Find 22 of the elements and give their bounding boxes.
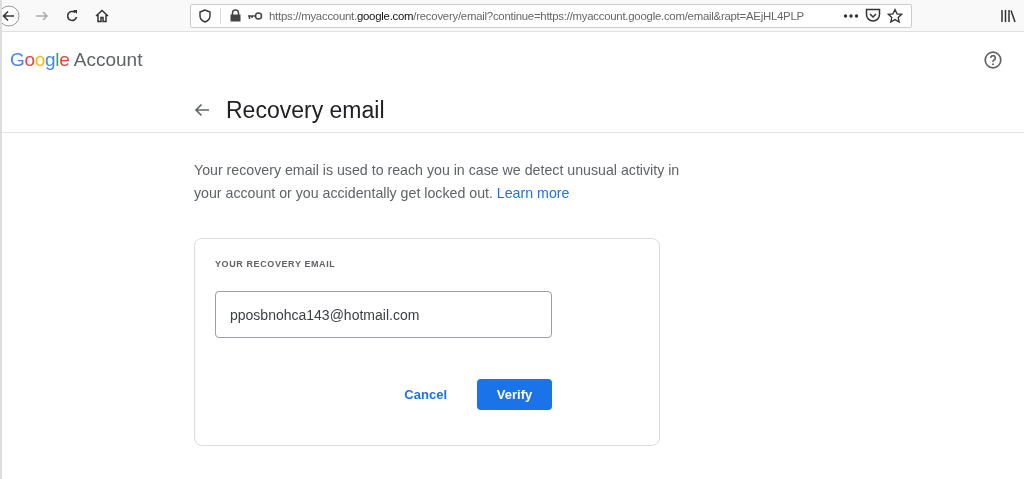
url-text: https://myaccount.google.com/recovery/email?continue=https://myaccount.google.com/email&rapt=AEjHL4PLP — [269, 9, 805, 22]
more-icon[interactable] — [843, 12, 859, 19]
learn-more-link[interactable]: Learn more — [496, 185, 570, 201]
google-account-logo[interactable]: Google Account — [10, 49, 143, 71]
verify-button[interactable]: Verify — [477, 379, 552, 410]
back-icon[interactable] — [2, 4, 20, 27]
address-bar[interactable]: https://myaccount.google.com/recovery/email?continue=https://myaccount.google.com/email&rapt=AEjHL4PLP — [190, 3, 912, 28]
shield-icon[interactable] — [199, 8, 211, 23]
pocket-icon[interactable] — [865, 8, 881, 23]
home-icon[interactable] — [94, 7, 110, 24]
library-icon[interactable] — [1000, 8, 1016, 23]
star-icon[interactable] — [887, 7, 903, 24]
card-label: YOUR RECOVERY EMAIL — [215, 259, 337, 269]
lock-icon[interactable] — [230, 9, 241, 22]
reload-icon[interactable] — [64, 7, 80, 24]
page-title: Recovery email — [226, 96, 385, 124]
description-text: Your recovery email is used to reach you in case we detect unusual activity in your account or you accidentally get locked out. Learn more — [194, 161, 681, 203]
back-arrow-icon[interactable] — [194, 103, 210, 117]
help-icon[interactable] — [984, 51, 1002, 69]
key-icon[interactable] — [247, 10, 263, 21]
email-field[interactable]: pposbnohca143@hotmail.com — [215, 291, 552, 338]
cancel-button[interactable]: Cancel — [396, 379, 455, 410]
